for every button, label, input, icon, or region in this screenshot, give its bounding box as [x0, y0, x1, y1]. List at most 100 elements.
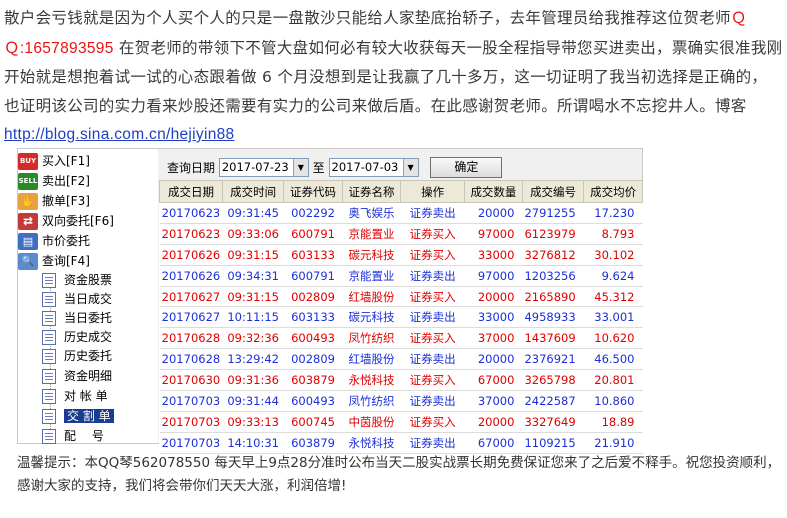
intro-text-2: 在贺老师的带领下不管大盘如何必有较大收获每天一股全程指导带您买进卖出，票确实很准… [4, 38, 783, 115]
table-cell: 20170703 [159, 390, 223, 412]
table-cell: 603879 [283, 369, 343, 392]
table-cell: 证券卖出 [400, 348, 465, 371]
function-menu: BUY 买入[F1] SELL 卖出[F2] ✋ 撤单[F3] ⇄ 双向委托[F6] ▤… [18, 149, 158, 446]
blog-link[interactable]: http://blog.sina.com.cn/hejiyin88 [4, 126, 234, 143]
document-icon [42, 369, 56, 384]
start-date-select[interactable]: 2017-07-23 ▼ [218, 158, 309, 177]
table-cell: 46.500 [583, 348, 643, 371]
confirm-button[interactable]: 确定 [430, 157, 503, 178]
table-cell: 20170703 [159, 432, 223, 454]
trading-app-window: BUY 买入[F1] SELL 卖出[F2] ✋ 撤单[F3] ⇄ 双向委托[F6] ▤… [17, 148, 643, 454]
table-cell: 4958933 [522, 306, 584, 329]
menu-item-cancel[interactable]: ✋ 撤单[F3] [18, 191, 90, 211]
table-cell: 20170626 [159, 244, 223, 266]
table-cell: 1203256 [522, 265, 584, 287]
table-cell: 20170630 [159, 369, 223, 392]
table-cell: 9.624 [583, 265, 643, 287]
menu-item-label: 市价委托 [42, 234, 91, 248]
table-row[interactable]: 20170623 09:31:45 002292 奥飞娱乐 证券卖出 20000 27912… [159, 202, 643, 224]
chevron-down-icon: ▼ [292, 159, 308, 176]
table-cell: 奥飞娱乐 [342, 202, 401, 224]
sub-item-funds-stocks[interactable]: 资金股票 [42, 270, 112, 290]
table-row[interactable]: 20170626 09:31:15 603133 碳元科技 证券买入 33000 32768… [159, 244, 643, 266]
sub-item-today-orders[interactable]: 当日委托 [42, 308, 112, 328]
sub-item-label: 资金股票 [64, 273, 113, 287]
menu-item-market-order[interactable]: ▤ 市价委托 [18, 231, 90, 251]
table-row[interactable]: 20170628 13:29:42 002809 红墙股份 证券卖出 20000 23769… [159, 348, 643, 371]
sub-item-fund-details[interactable]: 资金明细 [42, 366, 112, 386]
table-row[interactable]: 20170627 10:11:15 603133 碳元科技 证券卖出 33000 49589… [159, 306, 643, 329]
table-cell: 碳元科技 [342, 306, 401, 329]
table-row[interactable]: 20170626 09:34:31 600791 京能置业 证券卖出 97000 12032… [159, 265, 643, 287]
sub-item-label: 当日委托 [64, 311, 113, 325]
table-cell: 002292 [283, 202, 343, 224]
sub-item-statement[interactable]: 对 帐 单 [42, 386, 108, 406]
table-cell: 45.312 [583, 286, 643, 308]
table-cell: 永悦科技 [342, 369, 401, 392]
table-cell: 97000 [464, 265, 523, 287]
table-cell: 10:11:15 [222, 306, 284, 329]
table-cell: 京能置业 [342, 223, 401, 245]
end-date-select[interactable]: 2017-07-03 ▼ [328, 158, 419, 177]
table-row[interactable]: 20170627 09:31:15 002809 红墙股份 证券买入 20000 21658… [159, 286, 643, 308]
document-icon [42, 349, 56, 364]
table-cell: 京能置业 [342, 265, 401, 287]
column-header[interactable]: 成交数量 [463, 180, 523, 203]
column-header[interactable]: 操作 [400, 180, 465, 203]
sub-item-label: 交 割 单 [64, 409, 114, 423]
table-cell: 证券买入 [400, 244, 465, 266]
sub-item-delivery-slip[interactable]: 交 割 单 [42, 406, 114, 426]
column-header[interactable]: 成交日期 [159, 180, 223, 203]
table-cell: 3265798 [522, 369, 584, 392]
sub-item-allotment-number[interactable]: 配 号 [42, 426, 104, 446]
qq-number: :1657893595 [19, 39, 114, 57]
sub-item-label: 对 帐 单 [64, 389, 108, 403]
table-cell: 002809 [283, 286, 343, 308]
table-cell: 20170623 [159, 202, 223, 224]
table-row[interactable]: 20170628 09:32:36 600493 凤竹纺织 证券买入 37000 14376… [159, 327, 643, 350]
table-cell: 20170703 [159, 411, 223, 433]
table-cell: 3276812 [522, 244, 584, 266]
menu-item-sell[interactable]: SELL 卖出[F2] [18, 171, 90, 191]
column-header[interactable]: 成交编号 [521, 180, 585, 203]
menu-item-label: 撤单[F3] [42, 194, 90, 208]
table-cell: 67000 [464, 432, 523, 454]
table-row[interactable]: 20170630 09:31:36 603879 永悦科技 证券买入 67000 32657… [159, 369, 643, 392]
document-icon [42, 330, 56, 345]
table-cell: 证券买入 [400, 411, 465, 433]
table-cell: 证券买入 [400, 369, 465, 392]
table-cell: 2376921 [522, 348, 584, 371]
table-cell: 33000 [464, 306, 523, 329]
document-icon [42, 429, 56, 444]
column-header[interactable]: 证券名称 [341, 180, 402, 203]
table-row[interactable]: 20170623 09:33:06 600791 京能置业 证券买入 97000 61239… [159, 223, 643, 245]
column-header[interactable]: 成交均价 [583, 180, 643, 203]
sub-item-history-trades[interactable]: 历史成交 [42, 327, 112, 347]
sub-item-label: 历史委托 [64, 349, 113, 363]
sub-item-today-trades[interactable]: 当日成交 [42, 289, 112, 309]
menu-item-buy[interactable]: BUY 买入[F1] [18, 151, 90, 171]
table-row[interactable]: 20170703 09:31:44 600493 凤竹纺织 证券卖出 37000 24225… [159, 390, 643, 412]
menu-item-query[interactable]: 🔍 查询[F4] [18, 251, 90, 271]
table-cell: 红墙股份 [342, 286, 401, 308]
table-cell: 09:31:15 [222, 244, 284, 266]
table-cell: 603133 [283, 306, 343, 329]
table-cell: 14:10:31 [222, 432, 284, 454]
start-date-value: 2017-07-23 [221, 160, 289, 174]
table-cell: 37000 [464, 390, 523, 412]
chevron-down-icon: ▼ [402, 159, 418, 176]
table-cell: 证券卖出 [400, 390, 465, 412]
sub-item-label: 配 号 [64, 429, 104, 443]
column-header[interactable]: 证券代码 [283, 180, 343, 203]
table-cell: 603133 [283, 244, 343, 266]
column-header[interactable]: 成交时间 [221, 180, 285, 203]
table-cell: 18.89 [583, 411, 643, 433]
cancel-order-icon: ✋ [18, 193, 38, 210]
sub-item-history-orders[interactable]: 历史委托 [42, 346, 112, 366]
menu-item-two-way[interactable]: ⇄ 双向委托[F6] [18, 211, 114, 231]
table-cell: 37000 [464, 327, 523, 350]
intro-paragraph: 散户会亏钱就是因为个人买个人的只是一盘散沙只能给人家垫底抬轿子，去年管理员给我推… [4, 4, 783, 150]
table-row[interactable]: 20170703 14:10:31 603879 永悦科技 证券卖出 67000 11092… [159, 432, 643, 454]
table-row[interactable]: 20170703 09:33:13 600745 中茵股份 证券买入 20000 33276… [159, 411, 643, 433]
document-icon [42, 311, 56, 326]
